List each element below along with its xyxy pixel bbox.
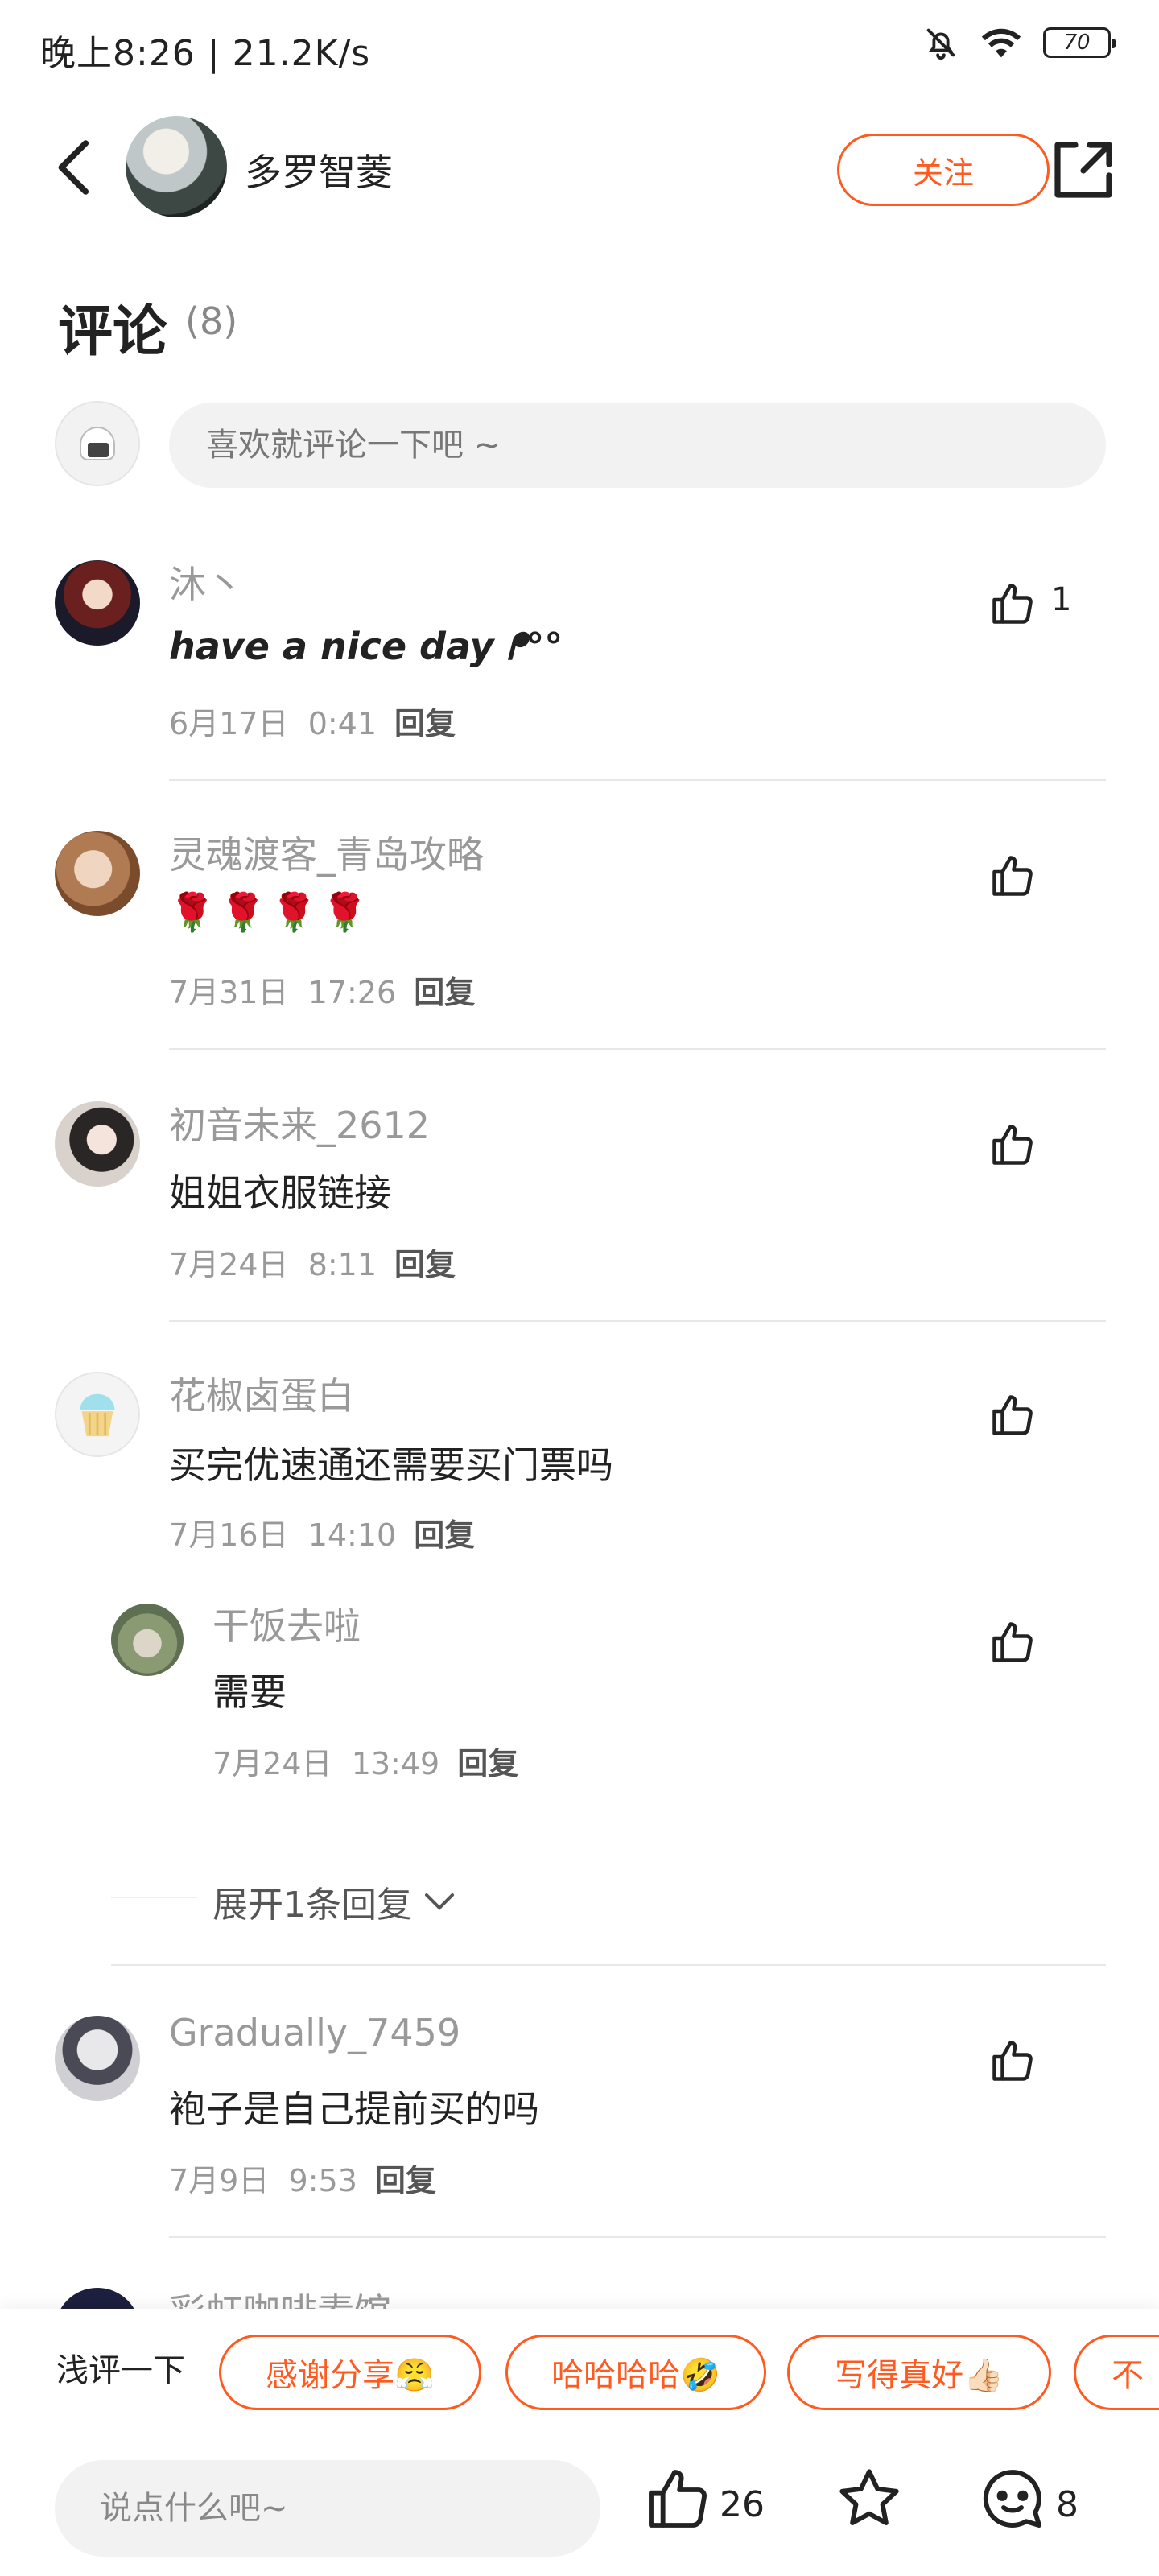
reply-button[interactable]: 回复 [394,706,456,741]
comment-meta: 7月31日 17:26 回复 [169,968,475,1012]
comment-meta: 7月16日 14:10 回复 [169,1510,475,1554]
star-icon[interactable] [834,2463,905,2534]
comment-meta: 7月9日 9:53 回复 [169,2156,436,2200]
like-icon[interactable] [988,1618,1037,1666]
commenter-avatar[interactable] [55,2016,140,2101]
comment-meta: 7月24日 13:49 回复 [212,1739,518,1783]
comment-time: 17:26 [307,975,397,1010]
commenter-avatar[interactable] [55,560,140,646]
like-icon[interactable] [988,2037,1037,2085]
commenter-avatar[interactable] [55,1372,140,1457]
expand-replies-button[interactable]: 展开1条回复 [212,1876,456,1927]
cupcake-icon [80,1393,115,1437]
quick-chip[interactable]: 感谢分享😤 [219,2334,481,2410]
comment-date: 7月9日 [169,2163,270,2198]
author-name[interactable]: 多罗智菱 [245,143,393,196]
bottom-action-bar: 26 8 [0,2418,1159,2576]
status-bar: 晚上8:26 | 21.2K/s 70 [0,0,1159,97]
quick-comment-bar: 浅评一下 感谢分享😤 哈哈哈哈🤣 写得真好👍🏻 不 [0,2309,1159,2418]
like-icon[interactable] [988,1391,1037,1439]
commenter-avatar[interactable] [55,831,140,916]
like-icon[interactable] [642,2463,713,2534]
like-icon[interactable] [988,580,1037,628]
divider [169,779,1106,781]
reply-button[interactable]: 回复 [375,2163,436,2198]
commenter-name[interactable]: 灵魂渡客_青岛攻略 [169,826,484,879]
quick-chip[interactable]: 写得真好👍🏻 [787,2334,1051,2410]
comment-text[interactable]: 🌹🌹🌹🌹 [169,890,373,935]
say-something-input[interactable] [55,2460,600,2557]
comment-date: 7月24日 [212,1746,332,1781]
commenter-name[interactable]: 初音未来_2612 [169,1096,430,1150]
comment-text[interactable]: 需要 [212,1663,287,1716]
divider [169,1320,1106,1322]
like-count: 1 [1051,581,1072,618]
comment-date: 7月31日 [169,975,289,1010]
follow-button[interactable]: 关注 [837,134,1050,206]
divider [169,2236,1106,2238]
comment-time: 14:10 [307,1517,397,1553]
back-arrow-icon[interactable] [47,135,103,200]
status-icons: 70 [922,24,1116,61]
comment-time: 9:53 [288,2163,357,2198]
comment-time: 0:41 [307,706,377,741]
comment-text[interactable]: 姐姐衣服链接 [169,1164,391,1217]
chevron-down-icon [425,1893,454,1910]
post-header: 多罗智菱 关注 [0,113,1159,225]
commenter-avatar[interactable] [111,1604,184,1676]
status-time: 晚上8:26 | 21.2K/s [40,33,371,74]
commenter-name[interactable]: 花椒卤蛋白 [169,1367,354,1420]
reply-button[interactable]: 回复 [414,975,475,1010]
quick-chip[interactable]: 哈哈哈哈🤣 [505,2334,766,2410]
share-icon[interactable] [1051,137,1116,201]
expand-line [111,1897,198,1898]
quick-comment-label: 浅评一下 [56,2352,185,2389]
commenter-name[interactable]: 沐丶 [169,555,243,609]
comment-text[interactable]: have a nice day ᖰ°° [169,625,563,670]
commenter-avatar[interactable] [55,1101,140,1187]
divider [169,1048,1106,1050]
comment-meta: 6月17日 0:41 回复 [169,699,456,743]
reply-button[interactable]: 回复 [414,1517,475,1553]
reply-button[interactable]: 回复 [457,1746,518,1781]
battery-level: 70 [1063,31,1091,55]
comment-time: 13:49 [351,1746,440,1781]
post-like-count: 26 [720,2484,765,2525]
wifi-icon [981,28,1021,58]
comments-count: (8) [185,299,238,343]
commenter-name[interactable]: Gradually_7459 [169,2011,460,2054]
comment-text[interactable]: 买完优速通还需要买门票吗 [169,1436,613,1489]
my-avatar [55,401,140,486]
onigiri-icon [80,427,115,460]
reply-button[interactable]: 回复 [394,1247,456,1282]
like-icon[interactable] [988,852,1037,900]
comment-time: 8:11 [307,1247,377,1282]
like-icon[interactable] [988,1121,1037,1169]
commenter-name[interactable]: 干饭去啦 [212,1597,361,1650]
comments-title: 评论 [58,300,168,364]
comment-input[interactable] [169,402,1106,488]
comment-date: 7月16日 [169,1517,289,1553]
quick-chip[interactable]: 不 [1074,2334,1159,2410]
comment-text[interactable]: 袍子是自己提前买的吗 [169,2080,539,2133]
expand-replies-label: 展开1条回复 [212,1885,412,1926]
author-avatar[interactable] [126,116,227,217]
comment-date: 7月24日 [169,1247,289,1282]
comment-meta: 7月24日 8:11 回复 [169,1240,456,1284]
comment-icon[interactable] [977,2463,1048,2534]
battery-icon: 70 [1043,27,1116,58]
post-comment-count: 8 [1056,2484,1079,2525]
divider [111,1964,1106,1966]
bell-off-icon [926,28,955,60]
comment-date: 6月17日 [169,706,289,741]
